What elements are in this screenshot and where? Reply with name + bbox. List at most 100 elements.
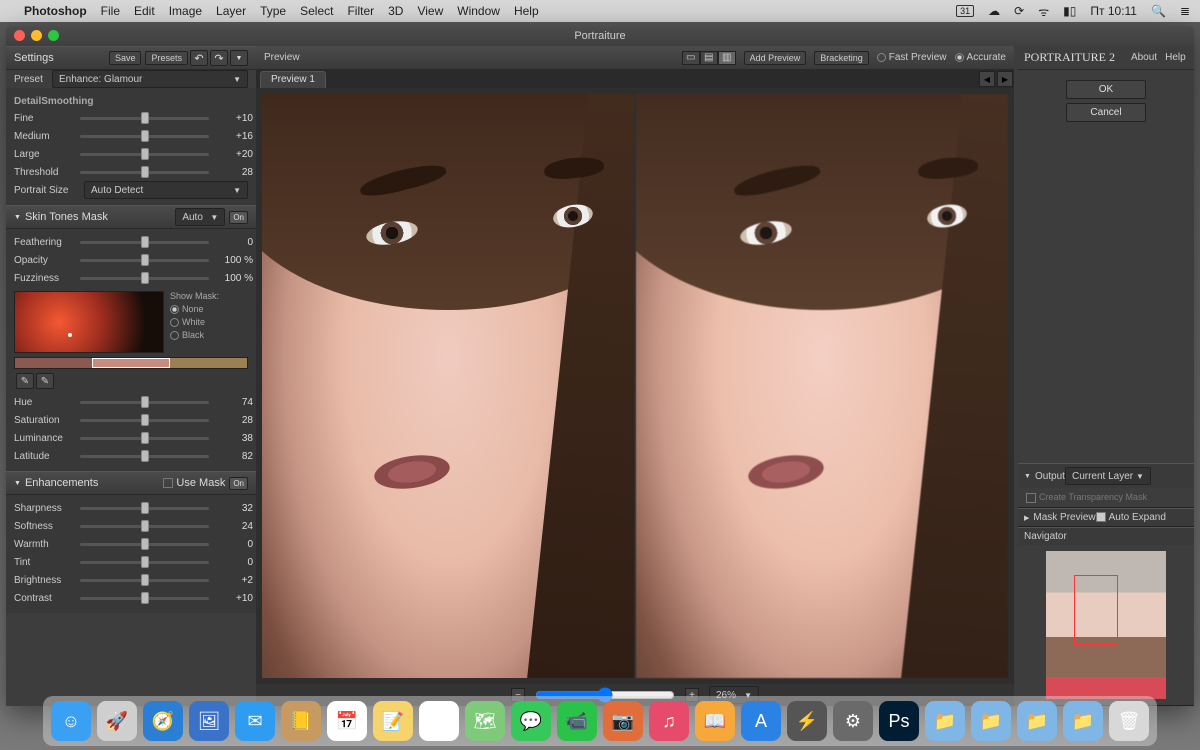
collapse-icon[interactable]: ▼ [14, 214, 21, 221]
transparency-check[interactable]: Create Transparency Mask [1018, 488, 1194, 507]
dock-notes[interactable]: 📝 [373, 701, 413, 741]
tab-next[interactable]: ▶ [997, 71, 1013, 87]
menu-image[interactable]: Image [169, 4, 202, 18]
sm-hue-slider[interactable] [80, 401, 209, 404]
dock-finder[interactable]: ☺ [51, 701, 91, 741]
skin-mask-mode-dropdown[interactable]: Auto▼ [175, 208, 225, 226]
dock-photoshop[interactable]: Ps [879, 701, 919, 741]
ds-threshold-slider[interactable] [80, 171, 209, 174]
sm-latitude-slider[interactable] [80, 455, 209, 458]
menu-help[interactable]: Help [514, 4, 539, 18]
dock-thunderbolt[interactable]: ⚡ [787, 701, 827, 741]
undo-icon[interactable]: ↶ [190, 50, 208, 66]
ok-button[interactable]: OK [1066, 80, 1146, 99]
about-link[interactable]: About [1131, 52, 1157, 63]
eyedropper-add-icon[interactable]: ✎ [36, 373, 54, 389]
add-preview-button[interactable]: Add Preview [744, 51, 807, 65]
enh-warmth-slider[interactable] [80, 543, 209, 546]
preview-after[interactable] [636, 94, 1008, 678]
sm-luminance-slider[interactable] [80, 437, 209, 440]
window-close[interactable] [14, 30, 25, 41]
preview-tab-1[interactable]: Preview 1 [260, 71, 326, 88]
menu-3d[interactable]: 3D [388, 4, 403, 18]
collapse-icon[interactable]: ▼ [14, 480, 21, 487]
dock-folder4[interactable]: 📁 [1063, 701, 1103, 741]
window-zoom[interactable] [48, 30, 59, 41]
dock-folder1[interactable]: 📁 [925, 701, 965, 741]
tab-prev[interactable]: ◀ [979, 71, 995, 87]
redo-icon[interactable]: ↷ [210, 50, 228, 66]
menubar-date-icon[interactable]: 31 [956, 5, 974, 17]
save-button[interactable]: Save [109, 51, 142, 65]
navigator-viewport[interactable] [1074, 575, 1118, 645]
help-link[interactable]: Help [1165, 52, 1186, 63]
menu-select[interactable]: Select [300, 4, 333, 18]
dock-folder2[interactable]: 📁 [971, 701, 1011, 741]
cancel-button[interactable]: Cancel [1066, 103, 1146, 122]
fast-preview-radio[interactable]: Fast Preview [877, 52, 947, 63]
view-split-h[interactable]: ▤ [700, 51, 718, 65]
dock-settings[interactable]: ⚙ [833, 701, 873, 741]
menu-layer[interactable]: Layer [216, 4, 246, 18]
menu-view[interactable]: View [417, 4, 443, 18]
dock-safari[interactable]: 🧭 [143, 701, 183, 741]
enh-sharpness-slider[interactable] [80, 507, 209, 510]
show-mask-none[interactable]: None [170, 304, 204, 314]
dock-folder3[interactable]: 📁 [1017, 701, 1057, 741]
wifi-icon[interactable]: ᯤ [1038, 3, 1049, 20]
dock-preview[interactable]: 🖼 [189, 701, 229, 741]
presets-button[interactable]: Presets [145, 51, 188, 65]
sm-fuzziness-slider[interactable] [80, 277, 209, 280]
menu-edit[interactable]: Edit [134, 4, 155, 18]
spotlight-icon[interactable]: 🔍 [1151, 4, 1166, 18]
sm-saturation-slider[interactable] [80, 419, 209, 422]
use-mask-check[interactable]: Use Mask [163, 477, 225, 489]
skin-mask-on[interactable]: On [229, 211, 248, 224]
skin-color-picker[interactable] [14, 291, 164, 353]
enh-tint-slider[interactable] [80, 561, 209, 564]
preview-before[interactable] [262, 94, 634, 678]
enh-brightness-slider[interactable] [80, 579, 209, 582]
dock-facetime[interactable]: 📹 [557, 701, 597, 741]
dock-trash[interactable]: 🗑 [1109, 701, 1149, 741]
portrait-size-dropdown[interactable]: Auto Detect▼ [84, 181, 248, 199]
view-single[interactable]: ▭ [682, 51, 700, 65]
collapse-icon[interactable]: ▶ [1024, 514, 1029, 522]
auto-expand-check[interactable]: Auto Expand [1096, 512, 1166, 523]
sync-icon[interactable]: ⟳ [1014, 4, 1024, 18]
dock-contacts[interactable]: 📒 [281, 701, 321, 741]
dock-photobooth[interactable]: 📷 [603, 701, 643, 741]
accurate-radio[interactable]: Accurate [955, 52, 1006, 63]
dock-calendar[interactable]: 📅 [327, 701, 367, 741]
swatch-strip[interactable] [14, 357, 248, 369]
cloud-icon[interactable]: ☁ [988, 4, 1000, 18]
menu-file[interactable]: File [101, 4, 120, 18]
dock-messages[interactable]: 💬 [511, 701, 551, 741]
preset-dropdown[interactable]: Enhance: Glamour▼ [52, 70, 248, 88]
dock-maps[interactable]: 🗺 [465, 701, 505, 741]
enh-softness-slider[interactable] [80, 525, 209, 528]
ds-medium-slider[interactable] [80, 135, 209, 138]
window-minimize[interactable] [31, 30, 42, 41]
show-mask-white[interactable]: White [170, 317, 205, 327]
sm-feathering-slider[interactable] [80, 241, 209, 244]
enh-contrast-slider[interactable] [80, 597, 209, 600]
sm-opacity-slider[interactable] [80, 259, 209, 262]
battery-icon[interactable]: ▮▯ [1063, 4, 1076, 18]
menubar-clock[interactable]: Пт 10:11 [1090, 4, 1137, 18]
settings-menu-icon[interactable]: ▼ [230, 50, 248, 66]
view-split-v[interactable]: ▥ [718, 51, 736, 65]
show-mask-black[interactable]: Black [170, 330, 204, 340]
menu-filter[interactable]: Filter [347, 4, 374, 18]
collapse-icon[interactable]: ▼ [1024, 473, 1031, 480]
navigator-thumbnail[interactable] [1046, 551, 1166, 699]
dock-reminders[interactable]: ☑ [419, 701, 459, 741]
dock-ibooks[interactable]: 📖 [695, 701, 735, 741]
dock-mail[interactable]: ✉ [235, 701, 275, 741]
dock-appstore[interactable]: A [741, 701, 781, 741]
menu-window[interactable]: Window [457, 4, 500, 18]
output-dropdown[interactable]: Current Layer▼ [1065, 467, 1151, 485]
dock-launchpad[interactable]: 🚀 [97, 701, 137, 741]
eyedropper-icon[interactable]: ✎ [16, 373, 34, 389]
dock-itunes[interactable]: ♫ [649, 701, 689, 741]
